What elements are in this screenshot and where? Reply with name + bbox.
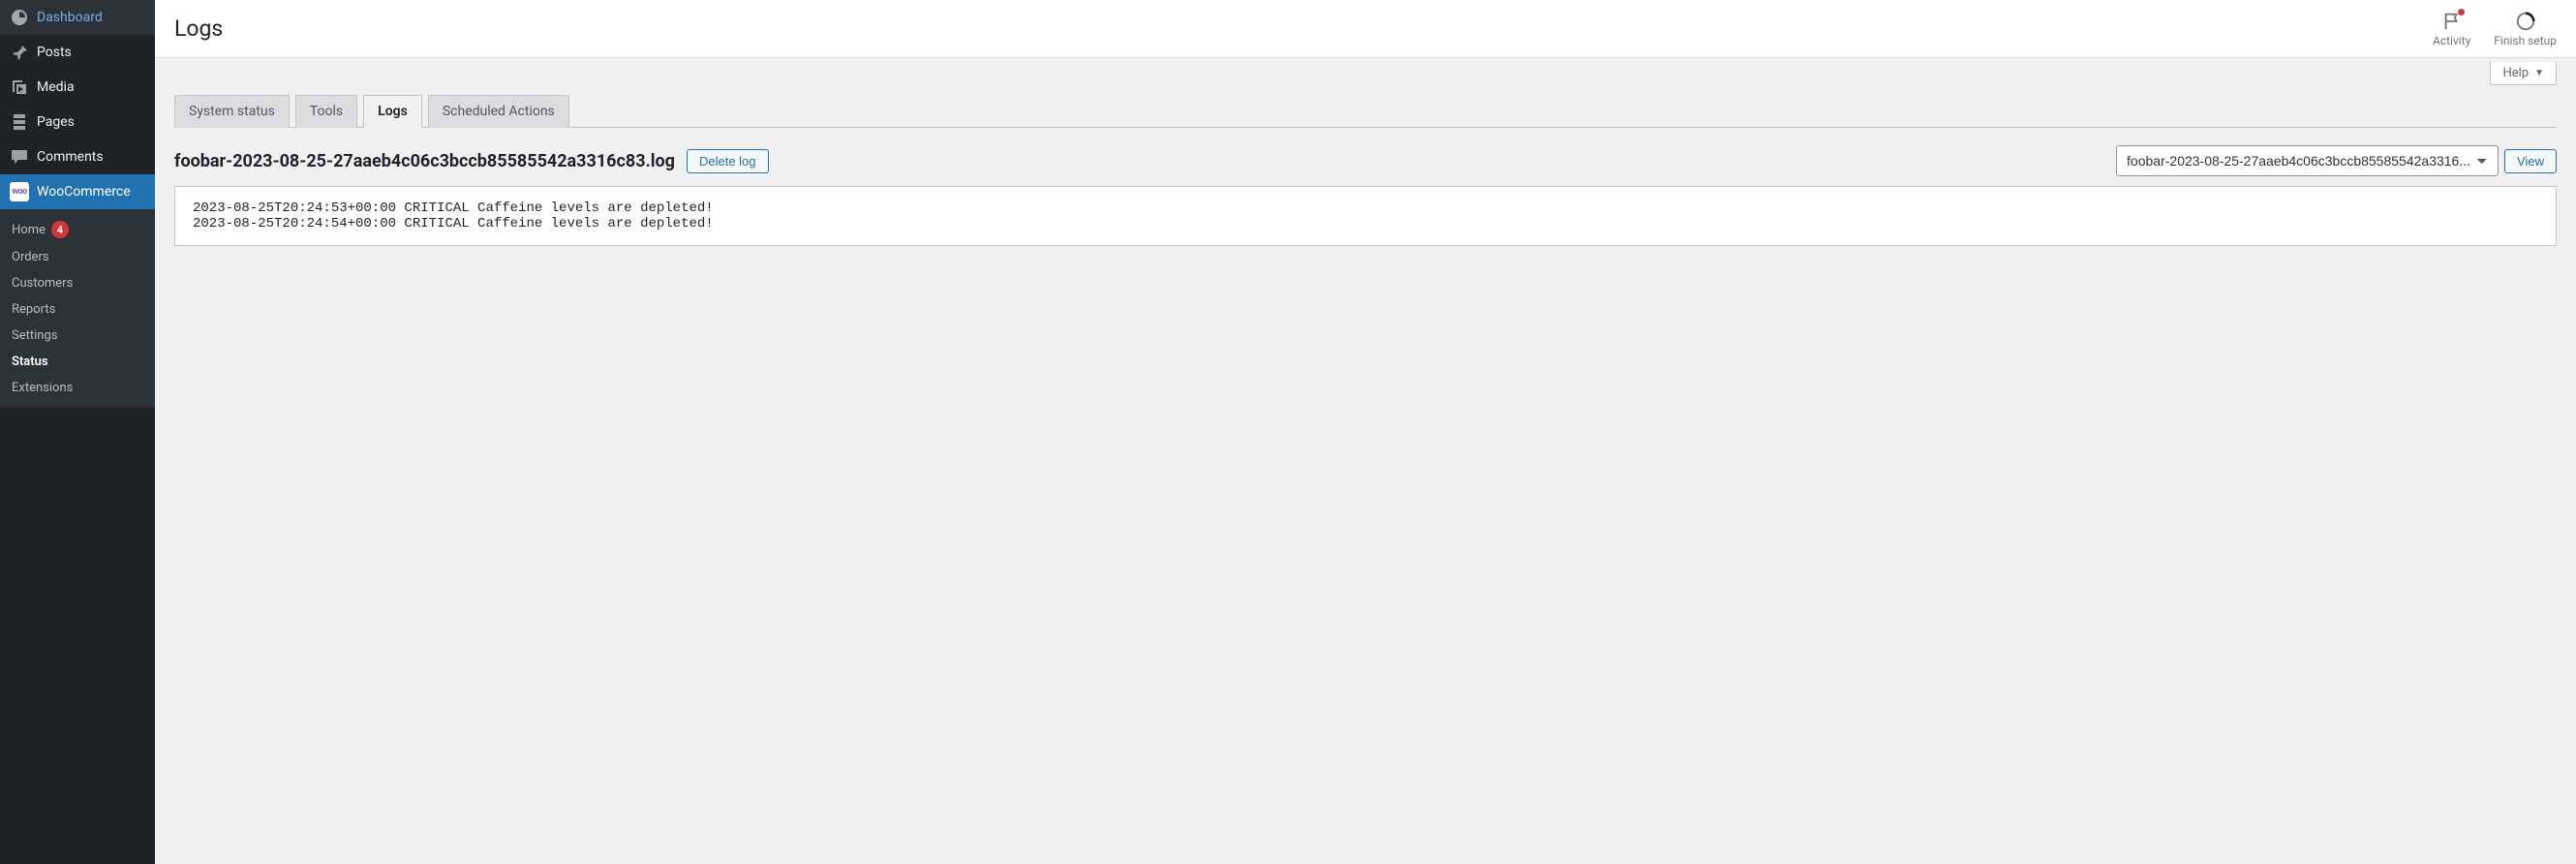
tab-system-status[interactable]: System status	[174, 95, 290, 128]
submenu-item-customers[interactable]: Customers	[0, 270, 155, 296]
sidebar-item-label: WooCommerce	[37, 184, 131, 200]
submenu-item-extensions[interactable]: Extensions	[0, 375, 155, 401]
log-filename: foobar-2023-08-25-27aaeb4c06c3bccb855855…	[174, 151, 675, 171]
tab-logs[interactable]: Logs	[363, 95, 422, 128]
submenu-item-reports[interactable]: Reports	[0, 296, 155, 323]
submenu-item-settings[interactable]: Settings	[0, 323, 155, 349]
page-title: Logs	[174, 15, 223, 42]
dashboard-icon	[10, 8, 29, 27]
sidebar-item-label: Pages	[37, 114, 75, 130]
sidebar-submenu: Home 4 Orders Customers Reports Settings…	[0, 209, 155, 407]
notification-badge: 4	[51, 221, 69, 238]
submenu-item-orders[interactable]: Orders	[0, 244, 155, 270]
finish-setup-button[interactable]: Finish setup	[2494, 11, 2557, 47]
log-content: 2023-08-25T20:24:53+00:00 CRITICAL Caffe…	[174, 186, 2557, 246]
notification-dot-icon	[2458, 9, 2465, 15]
sidebar-item-label: Comments	[37, 149, 104, 165]
sidebar-item-label: Media	[37, 79, 75, 95]
submenu-item-status[interactable]: Status	[0, 349, 155, 375]
log-title-group: foobar-2023-08-25-27aaeb4c06c3bccb855855…	[174, 149, 769, 173]
submenu-item-label: Status	[12, 355, 48, 369]
sidebar-item-comments[interactable]: Comments	[0, 139, 155, 174]
topbar-actions: Activity Finish setup	[2433, 11, 2557, 47]
view-log-button[interactable]: View	[2504, 149, 2557, 173]
submenu-item-label: Orders	[12, 250, 49, 264]
sidebar-item-woocommerce[interactable]: woo WooCommerce	[0, 174, 155, 209]
progress-circle-icon	[2515, 11, 2536, 32]
log-picker-group: foobar-2023-08-25-27aaeb4c06c3bccb855855…	[2116, 145, 2557, 176]
finish-setup-label: Finish setup	[2494, 34, 2557, 47]
log-file-select[interactable]: foobar-2023-08-25-27aaeb4c06c3bccb855855…	[2116, 145, 2499, 176]
woo-icon: woo	[10, 182, 29, 201]
comment-icon	[10, 147, 29, 167]
sidebar-item-pages[interactable]: Pages	[0, 105, 155, 139]
submenu-item-label: Extensions	[12, 381, 73, 395]
chevron-down-icon: ▼	[2534, 68, 2544, 78]
screen-options-row: Help ▼	[155, 58, 2576, 85]
activity-button[interactable]: Activity	[2433, 11, 2470, 47]
submenu-item-home[interactable]: Home 4	[0, 215, 155, 244]
submenu-item-label: Customers	[12, 276, 73, 291]
content-wrap: System status Tools Logs Scheduled Actio…	[155, 85, 2576, 265]
admin-sidebar: Dashboard Posts Media Pages Comments woo…	[0, 0, 155, 864]
log-header-row: foobar-2023-08-25-27aaeb4c06c3bccb855855…	[174, 145, 2557, 176]
sidebar-item-label: Posts	[37, 45, 72, 60]
flag-icon	[2441, 11, 2463, 32]
main-content: Logs Activity Finish setup Help ▼	[155, 0, 2576, 864]
help-label: Help	[2502, 66, 2529, 80]
sidebar-item-label: Dashboard	[37, 10, 103, 25]
topbar: Logs Activity Finish setup	[155, 0, 2576, 58]
help-toggle[interactable]: Help ▼	[2490, 62, 2557, 85]
sidebar-item-media[interactable]: Media	[0, 70, 155, 105]
submenu-item-label: Home	[12, 223, 46, 237]
status-tabs: System status Tools Logs Scheduled Actio…	[174, 95, 2557, 128]
tab-scheduled-actions[interactable]: Scheduled Actions	[428, 95, 569, 128]
sidebar-item-posts[interactable]: Posts	[0, 35, 155, 70]
delete-log-button[interactable]: Delete log	[687, 149, 769, 173]
sidebar-item-dashboard[interactable]: Dashboard	[0, 0, 155, 35]
pin-icon	[10, 43, 29, 62]
submenu-item-label: Reports	[12, 302, 55, 317]
activity-label: Activity	[2433, 34, 2470, 47]
tab-tools[interactable]: Tools	[295, 95, 357, 128]
media-icon	[10, 77, 29, 97]
page-icon	[10, 112, 29, 132]
submenu-item-label: Settings	[12, 328, 57, 343]
